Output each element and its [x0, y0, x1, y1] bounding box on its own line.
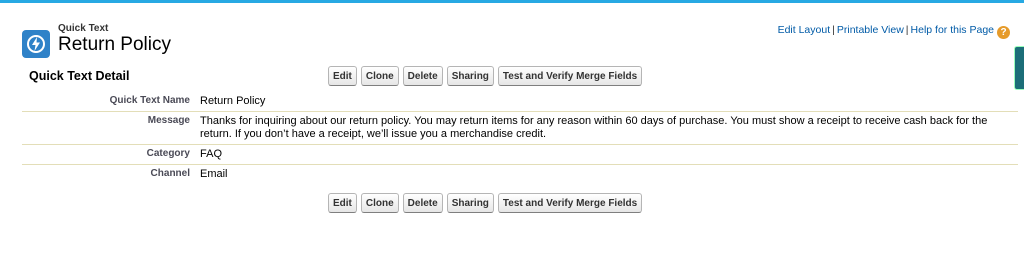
- field-row: Message Thanks for inquiring about our r…: [22, 111, 1018, 145]
- printable-view-link[interactable]: Printable View: [837, 24, 904, 36]
- help-link[interactable]: Help for this Page: [911, 24, 994, 36]
- edit-button[interactable]: Edit: [328, 66, 357, 86]
- field-label: Message: [22, 111, 200, 145]
- page-links: Edit Layout | Printable View | Help for this…: [778, 24, 1010, 39]
- side-panel-tab[interactable]: [1014, 46, 1024, 90]
- section-title: Quick Text Detail: [29, 69, 130, 83]
- edit-button[interactable]: Edit: [328, 193, 357, 213]
- field-value: Thanks for inquiring about our return po…: [200, 111, 1018, 145]
- field-label: Channel: [150, 168, 190, 179]
- link-separator: |: [905, 24, 909, 36]
- top-button-row: Edit Clone Delete Sharing Test and Verif…: [328, 66, 643, 86]
- field-value: Email: [200, 168, 228, 180]
- field-value: FAQ: [200, 144, 1018, 165]
- field-row: Quick Text Name Return Policy: [22, 92, 1018, 112]
- field-value: Return Policy: [200, 92, 1018, 112]
- field-label: Quick Text Name: [22, 92, 200, 112]
- top-accent-bar: [0, 0, 1024, 3]
- field-row: Category FAQ: [22, 144, 1018, 165]
- link-separator: |: [832, 24, 835, 36]
- field-label: Category: [22, 144, 200, 165]
- field-row: Channel Email: [22, 165, 1018, 185]
- question-mark-icon[interactable]: ?: [997, 26, 1010, 39]
- object-type-label: Quick Text: [58, 23, 109, 34]
- clone-button[interactable]: Clone: [360, 66, 399, 86]
- detail-fields-table: Quick Text Name Return Policy Message Th…: [22, 92, 1018, 184]
- clone-button[interactable]: Clone: [360, 193, 399, 213]
- delete-button[interactable]: Delete: [402, 66, 443, 86]
- test-merge-fields-button[interactable]: Test and Verify Merge Fields: [497, 193, 643, 213]
- delete-button[interactable]: Delete: [402, 193, 443, 213]
- sharing-button[interactable]: Sharing: [446, 193, 494, 213]
- page-title: Return Policy: [58, 34, 171, 55]
- test-merge-fields-button[interactable]: Test and Verify Merge Fields: [497, 66, 643, 86]
- sharing-button[interactable]: Sharing: [446, 66, 494, 86]
- bottom-button-row: Edit Clone Delete Sharing Test and Verif…: [328, 193, 643, 213]
- quick-text-icon: [22, 30, 50, 58]
- edit-layout-link[interactable]: Edit Layout: [778, 24, 831, 36]
